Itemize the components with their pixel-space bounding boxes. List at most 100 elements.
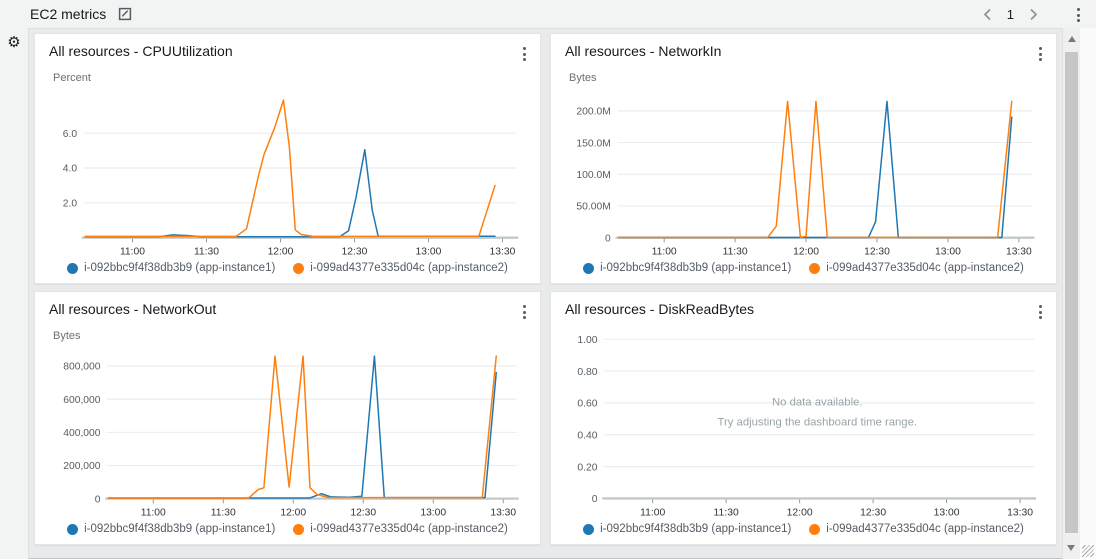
legend-item[interactable]: i-092bbc9f4f38db3b9 (app-instance1) [67, 262, 275, 274]
scrollbar-thumb[interactable] [1065, 52, 1078, 533]
legend-label: i-099ad4377e335d04c (app-instance2) [310, 523, 508, 535]
chart-legend: i-092bbc9f4f38db3b9 (app-instance1) i-099… [35, 262, 540, 283]
legend-dot-icon [293, 263, 304, 274]
legend-dot-icon [809, 263, 820, 274]
y-axis-unit-label: Bytes [569, 72, 1056, 84]
legend-item[interactable]: i-092bbc9f4f38db3b9 (app-instance1) [583, 523, 791, 535]
legend-dot-icon [67, 524, 78, 535]
svg-text:13:00: 13:00 [934, 507, 960, 518]
svg-text:13:30: 13:30 [490, 247, 516, 258]
legend-label: i-092bbc9f4f38db3b9 (app-instance1) [84, 523, 275, 535]
widget-cpu-utilization: All resources - CPUUtilization Percent 2… [34, 33, 541, 284]
svg-text:12:00: 12:00 [787, 507, 813, 518]
svg-text:13:30: 13:30 [1006, 247, 1032, 258]
widget-menu-icon[interactable] [1033, 301, 1048, 323]
svg-text:11:00: 11:00 [141, 507, 166, 518]
svg-text:12:30: 12:30 [864, 247, 890, 258]
legend-item[interactable]: i-099ad4377e335d04c (app-instance2) [293, 262, 508, 274]
widget-title: All resources - NetworkIn [565, 43, 721, 59]
legend-dot-icon [67, 263, 78, 274]
svg-text:6.0: 6.0 [63, 129, 78, 140]
svg-text:12:30: 12:30 [342, 247, 368, 258]
page-previous-icon[interactable] [981, 6, 994, 23]
svg-text:2.0: 2.0 [63, 199, 78, 210]
svg-text:11:30: 11:30 [723, 247, 748, 258]
chart-plot[interactable]: 2.04.06.011:0011:3012:0012:3013:0013:30 [35, 84, 540, 262]
scrollbar-down-icon[interactable] [1067, 545, 1075, 551]
widget-title: All resources - NetworkOut [49, 301, 216, 317]
svg-text:0: 0 [592, 494, 598, 505]
page-number: 1 [1007, 7, 1014, 22]
svg-text:200,000: 200,000 [63, 461, 100, 472]
svg-text:13:00: 13:00 [935, 247, 961, 258]
legend-item[interactable]: i-099ad4377e335d04c (app-instance2) [809, 523, 1024, 535]
svg-text:12:00: 12:00 [793, 247, 819, 258]
svg-text:400,000: 400,000 [63, 428, 100, 439]
svg-text:11:30: 11:30 [714, 507, 739, 518]
legend-dot-icon [583, 524, 594, 535]
resize-grip-icon[interactable] [1082, 545, 1094, 557]
svg-text:200.0M: 200.0M [576, 107, 610, 118]
svg-text:11:00: 11:00 [652, 247, 677, 258]
legend-label: i-099ad4377e335d04c (app-instance2) [826, 262, 1024, 274]
widget-menu-icon[interactable] [517, 43, 532, 65]
settings-gear-icon[interactable]: ⚙ [4, 34, 24, 52]
legend-label: i-092bbc9f4f38db3b9 (app-instance1) [600, 523, 791, 535]
legend-dot-icon [809, 524, 820, 535]
widget-network-in: All resources - NetworkIn Bytes 50.00M 10… [550, 33, 1057, 284]
widgets-grid: All resources - CPUUtilization Percent 2… [34, 33, 1057, 545]
widget-network-out: All resources - NetworkOut Bytes 200,000… [34, 291, 541, 545]
svg-text:1.00: 1.00 [577, 335, 597, 346]
y-axis-unit-label: Bytes [53, 330, 540, 342]
svg-text:150.0M: 150.0M [576, 138, 610, 149]
legend-label: i-099ad4377e335d04c (app-instance2) [310, 262, 508, 274]
pagination: 1 [981, 0, 1040, 28]
legend-item[interactable]: i-092bbc9f4f38db3b9 (app-instance1) [583, 262, 791, 274]
chart-plot[interactable]: 0.200.400.600.801.00011:0011:3012:0012:3… [551, 323, 1056, 523]
svg-text:13:00: 13:00 [420, 507, 446, 518]
svg-text:800,000: 800,000 [63, 362, 100, 373]
svg-text:11:30: 11:30 [211, 507, 236, 518]
widget-menu-icon[interactable] [517, 301, 532, 323]
right-edge [1080, 28, 1096, 559]
widget-menu-icon[interactable] [1033, 43, 1048, 65]
svg-text:600,000: 600,000 [63, 395, 100, 406]
widget-title: All resources - CPUUtilization [49, 43, 233, 59]
svg-text:11:00: 11:00 [640, 507, 665, 518]
legend-item[interactable]: i-099ad4377e335d04c (app-instance2) [809, 262, 1024, 274]
edit-dashboard-icon[interactable] [118, 7, 132, 21]
chart-legend: i-092bbc9f4f38db3b9 (app-instance1) i-099… [35, 523, 540, 544]
legend-label: i-092bbc9f4f38db3b9 (app-instance1) [600, 262, 791, 274]
chart-plot[interactable]: 200,000 400,000 600,000 800,000 0 11:00 11:30 1… [35, 342, 540, 523]
svg-text:100.0M: 100.0M [576, 170, 610, 181]
no-data-message: No data available. [772, 397, 863, 409]
page-next-icon[interactable] [1027, 6, 1040, 23]
widget-disk-read-bytes: All resources - DiskReadBytes 0.200.400.… [550, 291, 1057, 545]
svg-text:0.60: 0.60 [577, 399, 597, 410]
svg-text:11:00: 11:00 [120, 247, 145, 258]
svg-text:12:00: 12:00 [280, 507, 306, 518]
svg-text:13:00: 13:00 [416, 247, 442, 258]
svg-text:12:30: 12:30 [860, 507, 886, 518]
legend-dot-icon [293, 524, 304, 535]
left-rail: ⚙ [0, 28, 29, 559]
legend-item[interactable]: i-099ad4377e335d04c (app-instance2) [293, 523, 508, 535]
dashboard-title: EC2 metrics [30, 6, 106, 22]
svg-text:0.80: 0.80 [577, 367, 597, 378]
no-data-hint: Try adjusting the dashboard time range. [717, 416, 917, 428]
svg-text:50.00M: 50.00M [576, 202, 610, 213]
chart-legend: i-092bbc9f4f38db3b9 (app-instance1) i-099… [551, 523, 1056, 544]
header-menu-icon[interactable] [1071, 4, 1086, 26]
scrollbar-up-icon[interactable] [1068, 36, 1076, 42]
svg-text:0: 0 [95, 494, 101, 505]
svg-text:12:00: 12:00 [268, 247, 294, 258]
svg-text:12:30: 12:30 [350, 507, 376, 518]
vertical-scrollbar[interactable] [1062, 28, 1080, 559]
legend-item[interactable]: i-092bbc9f4f38db3b9 (app-instance1) [67, 523, 275, 535]
chart-legend: i-092bbc9f4f38db3b9 (app-instance1) i-099… [551, 262, 1056, 283]
chart-plot[interactable]: 50.00M100.0M150.0M200.0M011:0011:3012:00… [551, 84, 1056, 262]
svg-text:13:30: 13:30 [1007, 507, 1033, 518]
legend-label: i-099ad4377e335d04c (app-instance2) [826, 523, 1024, 535]
svg-text:0.40: 0.40 [577, 431, 597, 442]
svg-text:4.0: 4.0 [63, 164, 78, 175]
